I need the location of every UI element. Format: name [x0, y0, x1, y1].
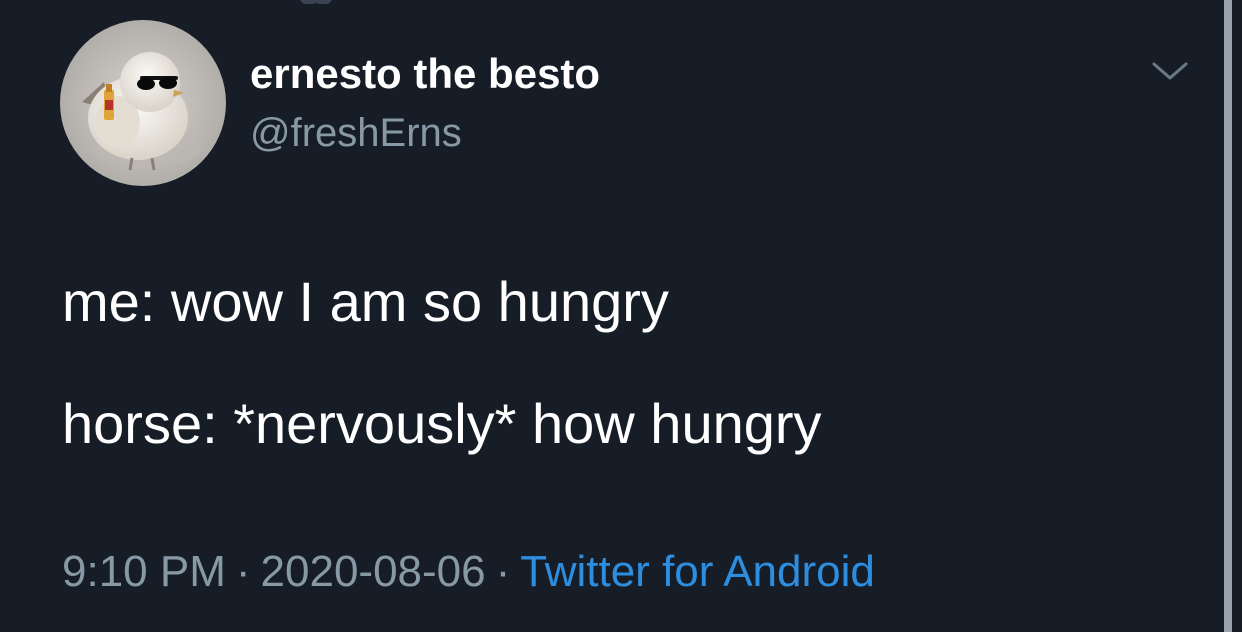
user-handle[interactable]: @freshErns	[250, 110, 462, 156]
tweet-meta: 9:10 PM · 2020-08-06 · Twitter for Android	[62, 545, 875, 599]
previous-tweet-fragment	[0, 0, 1242, 8]
meta-separator: ·	[495, 547, 511, 596]
avatar[interactable]	[60, 20, 226, 186]
meta-separator: ·	[235, 547, 251, 596]
chevron-down-icon[interactable]	[1148, 56, 1192, 86]
tweet-text-line: horse: *nervously* how hungry	[62, 392, 822, 455]
tweet-time[interactable]: 9:10 PM	[62, 547, 226, 596]
tweet-date[interactable]: 2020-08-06	[261, 547, 486, 596]
display-name[interactable]: ernesto the besto	[250, 50, 600, 98]
scrollbar[interactable]	[1224, 0, 1232, 632]
tweet-card: ernesto the besto @freshErns me: wow I a…	[0, 0, 1242, 632]
tweet-text-line: me: wow I am so hungry	[62, 270, 669, 333]
tweet-source-link[interactable]: Twitter for Android	[520, 547, 875, 596]
avatar-bird-icon	[60, 20, 226, 186]
